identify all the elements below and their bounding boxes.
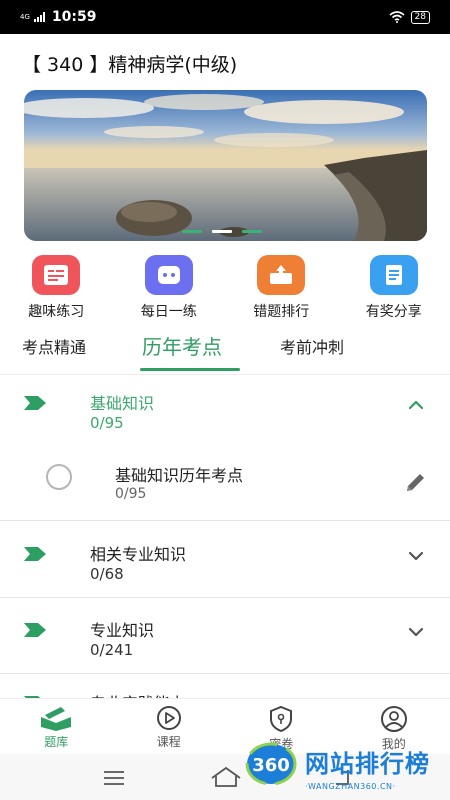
quick-action-label: 趣味练习 — [28, 304, 85, 320]
carousel-dot-active[interactable] — [212, 230, 232, 233]
profile-icon — [380, 706, 407, 732]
chapter-progress: 0/95 — [90, 414, 124, 432]
quick-action-label: 有奖分享 — [365, 304, 422, 320]
banner-carousel[interactable] — [24, 90, 427, 241]
chapter-progress: 0/68 — [90, 565, 124, 583]
quick-action-practice[interactable]: 趣味练习 — [0, 255, 113, 321]
divider — [0, 374, 450, 375]
tab-past-exam-points[interactable]: 历年考点 — [142, 331, 222, 360]
active-tab-indicator — [140, 368, 240, 371]
share-icon — [369, 255, 418, 295]
nav-label: 课程 — [156, 735, 181, 749]
tab-bar: 考点精通 历年考点 考前冲刺 — [0, 334, 450, 374]
nav-question-bank[interactable]: 题库 — [0, 699, 113, 754]
quick-action-ranking[interactable]: 错题排行 — [225, 255, 338, 321]
divider — [0, 520, 450, 521]
divider — [0, 597, 450, 598]
question-bank-icon — [41, 707, 72, 731]
pencil-icon[interactable] — [404, 470, 428, 494]
status-bar: 4G 10:59 28 — [0, 0, 450, 34]
carousel-indicator — [182, 230, 262, 233]
home-icon[interactable] — [210, 766, 242, 788]
chevron-down-icon[interactable] — [408, 551, 424, 561]
chapter-flag-icon — [24, 396, 46, 410]
nav-course[interactable]: 课程 — [113, 699, 226, 754]
watermark-subtitle: ·WANGZHAN360.CN· — [305, 782, 396, 791]
watermark-badge-icon: 360 — [245, 742, 297, 786]
page-title: 【 340 】精神病学(中级) — [22, 54, 238, 76]
status-time: 10:59 — [51, 9, 97, 25]
chapter-name: 专业知识 — [90, 621, 155, 640]
menu-icon[interactable] — [103, 771, 125, 785]
chapter-progress: 0/241 — [90, 641, 134, 659]
watermark: 360 网站排行榜 ·WANGZHAN360.CN· — [245, 738, 445, 798]
quick-actions: 趣味练习 每日一练 错题排行 有奖分享 — [0, 255, 450, 321]
chapter-name: 基础知识 — [90, 394, 155, 413]
quick-action-daily[interactable]: 每日一练 — [113, 255, 226, 321]
sub-item-radio[interactable] — [46, 464, 72, 490]
watermark-badge-text: 360 — [252, 755, 290, 776]
nav-label: 题库 — [44, 735, 69, 749]
chevron-up-icon[interactable] — [408, 400, 424, 410]
secret-paper-icon — [270, 705, 293, 733]
battery-icon: 28 — [410, 10, 430, 24]
daily-icon — [144, 255, 193, 295]
chapter-flag-icon — [24, 547, 46, 561]
quick-action-share[interactable]: 有奖分享 — [338, 255, 450, 321]
practice-icon — [32, 255, 81, 295]
quick-action-label: 错题排行 — [253, 304, 310, 320]
tab-sprint[interactable]: 考前冲刺 — [280, 334, 344, 358]
carousel-dot[interactable] — [242, 230, 262, 233]
chapter-name: 相关专业知识 — [90, 545, 187, 564]
wifi-icon — [389, 11, 405, 23]
carousel-dot[interactable] — [182, 230, 202, 233]
tab-key-points[interactable]: 考点精通 — [22, 334, 86, 358]
chevron-down-icon[interactable] — [408, 627, 424, 637]
chapter-flag-icon — [24, 623, 46, 637]
signal-icon — [33, 12, 45, 22]
divider — [0, 673, 450, 674]
sub-item-name: 基础知识历年考点 — [115, 466, 244, 485]
banner-image — [24, 90, 427, 241]
course-play-icon — [156, 706, 181, 730]
sub-item-progress: 0/95 — [115, 486, 147, 502]
ranking-icon — [257, 255, 306, 295]
watermark-title: 网站排行榜 — [305, 750, 430, 778]
network-label: 4G — [20, 12, 30, 21]
quick-action-label: 每日一练 — [140, 304, 197, 320]
app-screen: 4G 10:59 28 【 340 】精神病学(中级) 趣味练习 每日一练 错题… — [0, 0, 450, 800]
